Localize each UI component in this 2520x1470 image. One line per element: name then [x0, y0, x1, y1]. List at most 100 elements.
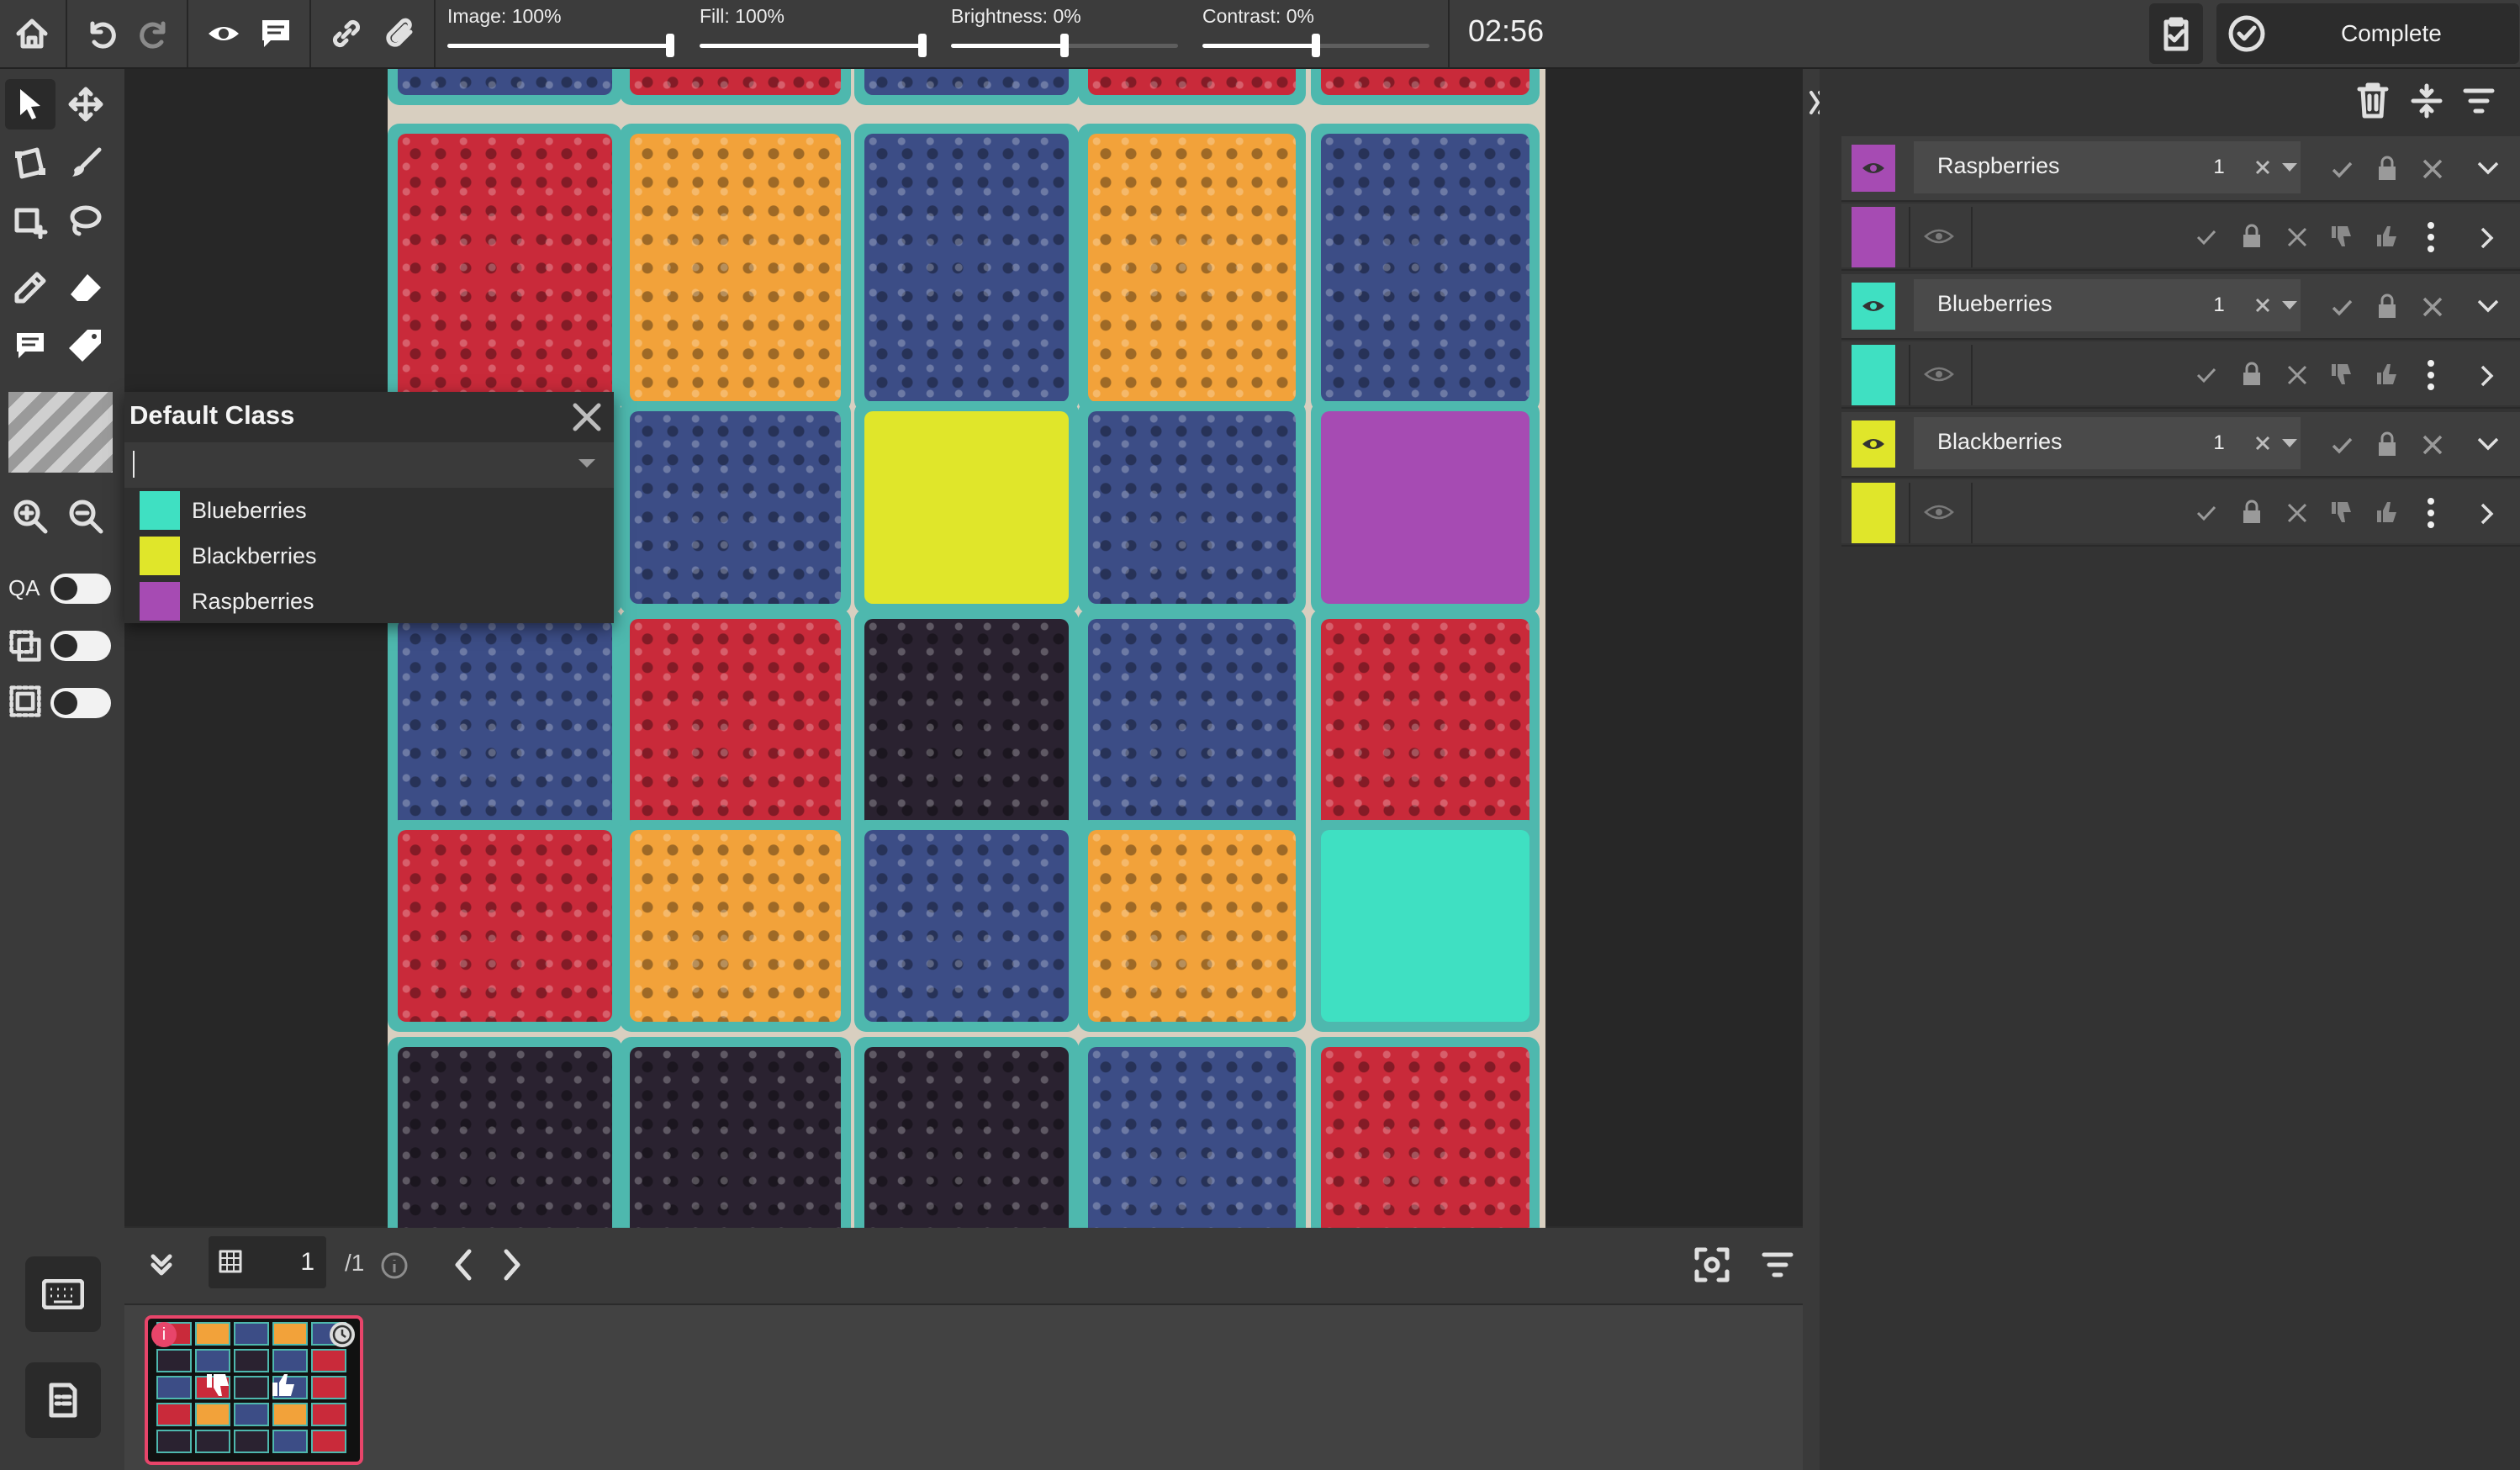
collapse-all-icon[interactable]: [2410, 82, 2443, 119]
chevron-down-icon[interactable]: [2280, 437, 2299, 449]
select-tool[interactable]: [5, 79, 55, 130]
check-icon[interactable]: [2329, 294, 2354, 320]
zoom-out-tool[interactable]: [61, 491, 111, 542]
eye-icon[interactable]: [1924, 365, 1954, 383]
thumbs-down-icon[interactable]: [203, 1371, 232, 1399]
brightness-slider-thumb[interactable]: [1060, 34, 1069, 57]
previous-page-icon[interactable]: [449, 1246, 479, 1283]
chevron-down-icon[interactable]: [2475, 436, 2501, 452]
chevron-down-icon[interactable]: [2475, 298, 2501, 315]
complete-button[interactable]: Complete: [2216, 3, 2519, 64]
tag-tool[interactable]: [61, 320, 111, 370]
thumbs-up-icon[interactable]: [2375, 224, 2400, 249]
check-icon[interactable]: [2195, 225, 2218, 249]
filter-icon[interactable]: [2462, 86, 2496, 116]
sort-icon[interactable]: [1761, 1250, 1794, 1280]
more-options-icon[interactable]: [2425, 220, 2437, 254]
more-options-icon[interactable]: [2425, 358, 2437, 392]
comment-tool[interactable]: [5, 320, 55, 370]
chevron-right-icon[interactable]: [2479, 225, 2496, 251]
clear-icon[interactable]: [2253, 296, 2272, 315]
check-icon[interactable]: [2195, 363, 2218, 387]
thumbnail-current-image[interactable]: i: [145, 1315, 363, 1465]
task-details-button[interactable]: [25, 1362, 101, 1438]
thumbs-down-icon[interactable]: [2329, 500, 2354, 525]
info-icon[interactable]: [380, 1251, 409, 1280]
next-page-icon[interactable]: [496, 1246, 526, 1283]
berry-image[interactable]: [388, 69, 1545, 1228]
home-icon[interactable]: [7, 0, 57, 67]
lasso-tool[interactable]: [61, 195, 111, 246]
clear-icon[interactable]: [2253, 434, 2272, 452]
thumbs-down-icon[interactable]: [2329, 224, 2354, 249]
bbox-tool[interactable]: [5, 195, 55, 246]
lock-icon[interactable]: [2240, 362, 2264, 387]
clear-icon[interactable]: [2253, 158, 2272, 177]
delete-icon[interactable]: [2285, 225, 2309, 249]
lock-icon[interactable]: [2375, 155, 2400, 182]
fill-slider-thumb[interactable]: [918, 34, 927, 57]
thumbs-up-icon[interactable]: [2375, 500, 2400, 525]
class-visibility-toggle[interactable]: [1852, 283, 1895, 330]
keyboard-shortcuts-button[interactable]: [25, 1256, 101, 1332]
class-option-blueberries[interactable]: Blueberries: [140, 489, 610, 531]
annotation-mask[interactable]: [853, 401, 1080, 614]
task-clipboard-button[interactable]: [2149, 3, 2203, 64]
thumbs-up-icon[interactable]: [269, 1371, 298, 1399]
zoom-in-tool[interactable]: [5, 491, 55, 542]
check-icon[interactable]: [2329, 432, 2354, 457]
more-options-icon[interactable]: [2425, 496, 2437, 530]
qa-toggle[interactable]: [50, 574, 111, 604]
polygon-tool[interactable]: [5, 138, 55, 188]
delete-icon[interactable]: [2285, 501, 2309, 525]
class-color-swatch: [140, 491, 180, 530]
thumbs-up-icon[interactable]: [2375, 362, 2400, 387]
fit-to-screen-icon[interactable]: [1693, 1246, 1730, 1283]
check-icon[interactable]: [2195, 501, 2218, 525]
class-visibility-toggle[interactable]: [1852, 145, 1895, 192]
brush-tool[interactable]: [61, 138, 111, 188]
lock-icon[interactable]: [2375, 431, 2400, 457]
image-slider-thumb[interactable]: [666, 34, 674, 57]
chevron-right-icon[interactable]: [2479, 501, 2496, 526]
class-option-blackberries[interactable]: Blackberries: [140, 535, 610, 577]
redo-icon[interactable]: [131, 0, 178, 67]
chevron-down-icon[interactable]: [2280, 299, 2299, 311]
class-option-raspberries[interactable]: Raspberries: [140, 580, 610, 622]
page-number-input[interactable]: 1: [209, 1236, 326, 1288]
eye-icon[interactable]: [200, 0, 247, 67]
auto-segment-toggle[interactable]: [50, 631, 111, 661]
attachment-icon[interactable]: [377, 0, 424, 67]
delete-icon[interactable]: [2420, 432, 2445, 457]
collapse-filmstrip-icon[interactable]: [146, 1250, 177, 1280]
class-visibility-toggle[interactable]: [1852, 420, 1895, 468]
lock-icon[interactable]: [2240, 224, 2264, 249]
region-select-toggle[interactable]: [50, 688, 111, 718]
contrast-slider-thumb[interactable]: [1312, 34, 1320, 57]
eye-icon[interactable]: [1924, 227, 1954, 246]
eyedropper-tool[interactable]: [5, 262, 55, 313]
eye-icon[interactable]: [1924, 503, 1954, 521]
annotation-mask[interactable]: [1311, 820, 1540, 1033]
chevron-down-icon[interactable]: [2280, 161, 2299, 173]
delete-icon[interactable]: [2420, 294, 2445, 320]
close-icon[interactable]: [570, 400, 604, 434]
instance-count: 1: [2205, 427, 2233, 459]
thumbs-down-icon[interactable]: [2329, 362, 2354, 387]
class-search-input[interactable]: [124, 442, 614, 488]
delete-icon[interactable]: [2285, 363, 2309, 387]
move-tool[interactable]: [61, 79, 111, 130]
eraser-tool[interactable]: [61, 262, 111, 313]
check-icon[interactable]: [2329, 156, 2354, 182]
comment-icon[interactable]: [252, 0, 299, 67]
pattern-swatch[interactable]: [8, 392, 113, 473]
lock-icon[interactable]: [2240, 500, 2264, 525]
lock-icon[interactable]: [2375, 293, 2400, 320]
undo-icon[interactable]: [77, 0, 124, 67]
delete-all-icon[interactable]: [2354, 81, 2391, 121]
annotation-mask[interactable]: [1311, 401, 1540, 614]
delete-icon[interactable]: [2420, 156, 2445, 182]
link-icon[interactable]: [323, 0, 370, 67]
chevron-right-icon[interactable]: [2479, 363, 2496, 389]
chevron-down-icon[interactable]: [2475, 160, 2501, 177]
